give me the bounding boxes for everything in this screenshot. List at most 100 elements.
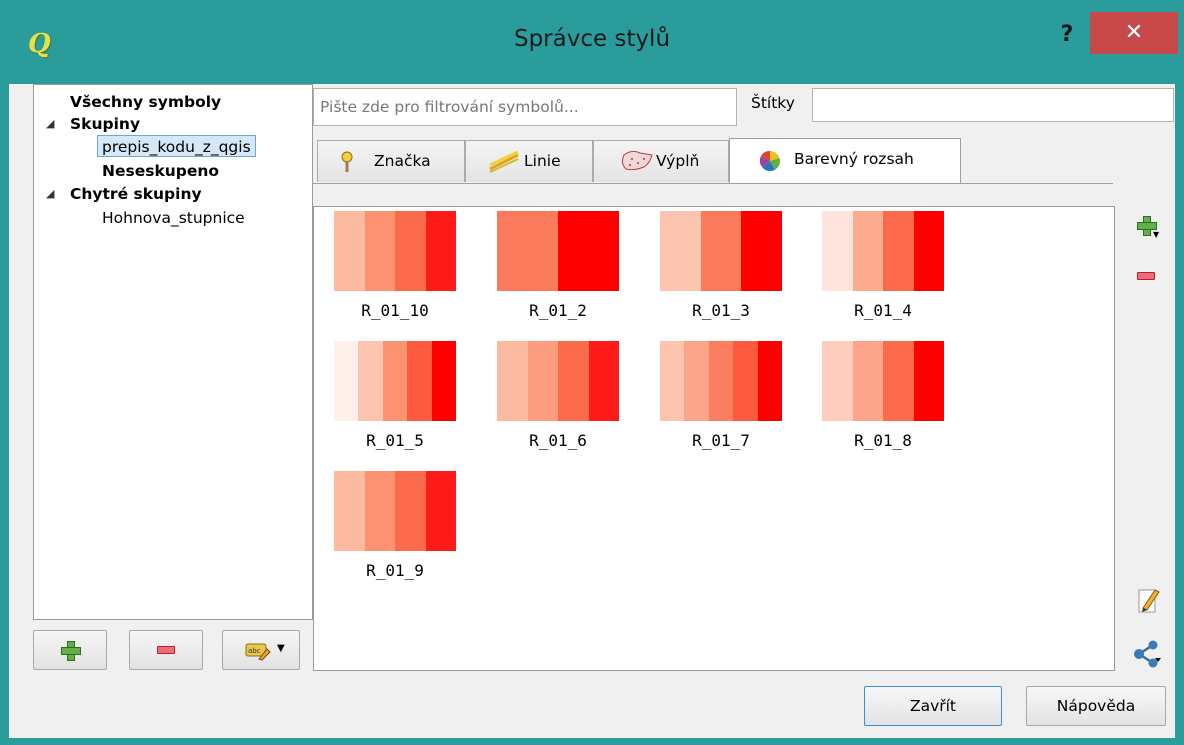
ramp-color-segment <box>558 211 619 291</box>
tree-item-hohnova[interactable]: Hohnova_stupnice <box>102 207 245 229</box>
ramp-color-segment <box>741 211 782 291</box>
rename-tag-icon: abc <box>245 643 271 661</box>
tags-input[interactable] <box>812 88 1174 122</box>
color-ramp-name: R_01_8 <box>854 431 912 450</box>
color-ramp-item[interactable]: R_01_10 <box>334 211 456 331</box>
color-ramp-item[interactable]: R_01_4 <box>822 211 944 331</box>
ramp-color-segment <box>588 341 619 421</box>
ramp-color-segment <box>822 341 853 421</box>
ramp-color-segment <box>527 341 558 421</box>
help-dialog-button[interactable]: Nápověda <box>1026 686 1166 726</box>
minus-icon <box>157 646 175 654</box>
edit-item-button[interactable] <box>1137 586 1161 614</box>
close-button[interactable]: Zavřít <box>864 686 1002 726</box>
ramp-color-segment <box>364 471 395 551</box>
ramp-color-segment <box>358 341 383 421</box>
color-wheel-icon <box>760 151 780 171</box>
tab-line-label: Linie <box>524 152 561 170</box>
ramp-color-segment <box>431 341 456 421</box>
color-ramp-name: R_01_7 <box>692 431 750 450</box>
ramp-color-segment <box>660 211 701 291</box>
tab-line[interactable]: Linie <box>465 140 593 182</box>
ramp-color-segment <box>407 341 432 421</box>
ramp-color-segment <box>757 341 782 421</box>
tab-marker[interactable]: Značka <box>317 140 465 182</box>
tab-divider <box>313 183 1113 184</box>
tab-color-ramp[interactable]: Barevný rozsah <box>729 138 961 184</box>
color-ramp-name: R_01_9 <box>366 561 424 580</box>
color-ramp-item[interactable]: R_01_5 <box>334 341 456 461</box>
ramp-color-segment <box>913 341 944 421</box>
ramp-color-segment <box>364 211 395 291</box>
tab-fill[interactable]: Výplň <box>593 140 729 182</box>
ramp-color-segment <box>700 211 742 291</box>
tab-fill-label: Výplň <box>656 152 700 170</box>
marker-icon <box>341 151 353 172</box>
edit-pencil-icon <box>1138 589 1160 613</box>
color-ramp-name: R_01_6 <box>529 431 587 450</box>
ramp-color-segment <box>382 341 408 421</box>
color-ramp-preview <box>822 341 944 421</box>
color-ramp-name: R_01_5 <box>366 431 424 450</box>
ramp-color-segment <box>425 211 456 291</box>
color-ramp-name: R_01_2 <box>529 301 587 320</box>
tree-item-groups[interactable]: Skupiny <box>70 113 140 135</box>
fill-icon <box>621 150 653 171</box>
color-ramp-name: R_01_3 <box>692 301 750 320</box>
color-ramp-item[interactable]: R_01_7 <box>660 341 782 461</box>
color-ramp-name: R_01_4 <box>854 301 912 320</box>
color-ramp-item[interactable]: R_01_2 <box>497 211 619 331</box>
color-ramp-gallery[interactable]: R_01_10 R_01_2 R_01_3 R_01_4 R_01_5 R_01_6 R_0… <box>313 206 1115 671</box>
color-ramp-item[interactable]: R_01_9 <box>334 471 456 591</box>
ramp-color-segment <box>883 211 914 291</box>
expand-triangle-icon[interactable]: ◢ <box>46 183 54 205</box>
ramp-color-segment <box>334 471 365 551</box>
ramp-color-segment <box>558 341 589 421</box>
remove-item-button[interactable] <box>1135 266 1165 286</box>
ramp-color-segment <box>883 341 914 421</box>
ramp-color-segment <box>822 211 853 291</box>
symbol-filter-input[interactable]: Pište zde pro filtrování symbolů... <box>313 88 737 126</box>
tree-item-all-symbols[interactable]: Všechny symboly <box>70 91 221 113</box>
tree-item-ungrouped[interactable]: Neseskupeno <box>102 160 219 182</box>
expand-triangle-icon[interactable]: ◢ <box>46 113 54 135</box>
remove-group-button[interactable] <box>129 630 203 670</box>
help-button[interactable]: ? <box>1052 20 1082 50</box>
color-ramp-preview <box>334 471 456 551</box>
color-ramp-item[interactable]: R_01_6 <box>497 341 619 461</box>
tab-color-ramp-label: Barevný rozsah <box>794 150 914 168</box>
color-ramp-preview <box>497 211 619 291</box>
tree-item-smart-groups[interactable]: Chytré skupiny <box>70 183 202 205</box>
edit-group-menu-button[interactable]: abc ▼ <box>222 630 300 670</box>
chevron-down-icon: ▼ <box>1153 230 1160 239</box>
close-window-button[interactable]: ✕ <box>1090 12 1178 54</box>
ramp-color-segment <box>733 341 758 421</box>
title-bar[interactable]: Q Správce stylů ? ✕ <box>0 0 1184 84</box>
color-ramp-preview <box>497 341 619 421</box>
ramp-color-segment <box>852 341 883 421</box>
share-menu-button[interactable] <box>1133 640 1163 668</box>
color-ramp-preview <box>334 341 456 421</box>
svg-text:abc: abc <box>248 647 261 655</box>
line-icon <box>489 151 519 173</box>
color-ramp-preview <box>334 211 456 291</box>
ramp-color-segment <box>684 341 709 421</box>
color-ramp-item[interactable]: R_01_8 <box>822 341 944 461</box>
window-title: Správce stylů <box>513 26 671 52</box>
color-ramp-item[interactable]: R_01_3 <box>660 211 782 331</box>
groups-tree[interactable]: Všechny symboly ◢ Skupiny prepis_kodu_z_… <box>33 84 313 620</box>
ramp-color-segment <box>425 471 456 551</box>
ramp-color-segment <box>660 341 685 421</box>
ramp-color-segment <box>497 211 558 291</box>
add-item-button[interactable]: ▼ <box>1135 214 1165 244</box>
chevron-down-icon: ▼ <box>277 643 285 654</box>
tree-item-prepis-kodu[interactable]: prepis_kodu_z_qgis <box>97 135 256 157</box>
minus-icon <box>1137 272 1155 280</box>
ramp-color-segment <box>852 211 883 291</box>
add-group-button[interactable] <box>33 630 107 670</box>
color-ramp-preview <box>660 211 782 291</box>
color-ramp-preview <box>822 211 944 291</box>
ramp-color-segment <box>708 341 734 421</box>
color-ramp-name: R_01_10 <box>361 301 429 320</box>
tab-marker-label: Značka <box>374 152 431 170</box>
